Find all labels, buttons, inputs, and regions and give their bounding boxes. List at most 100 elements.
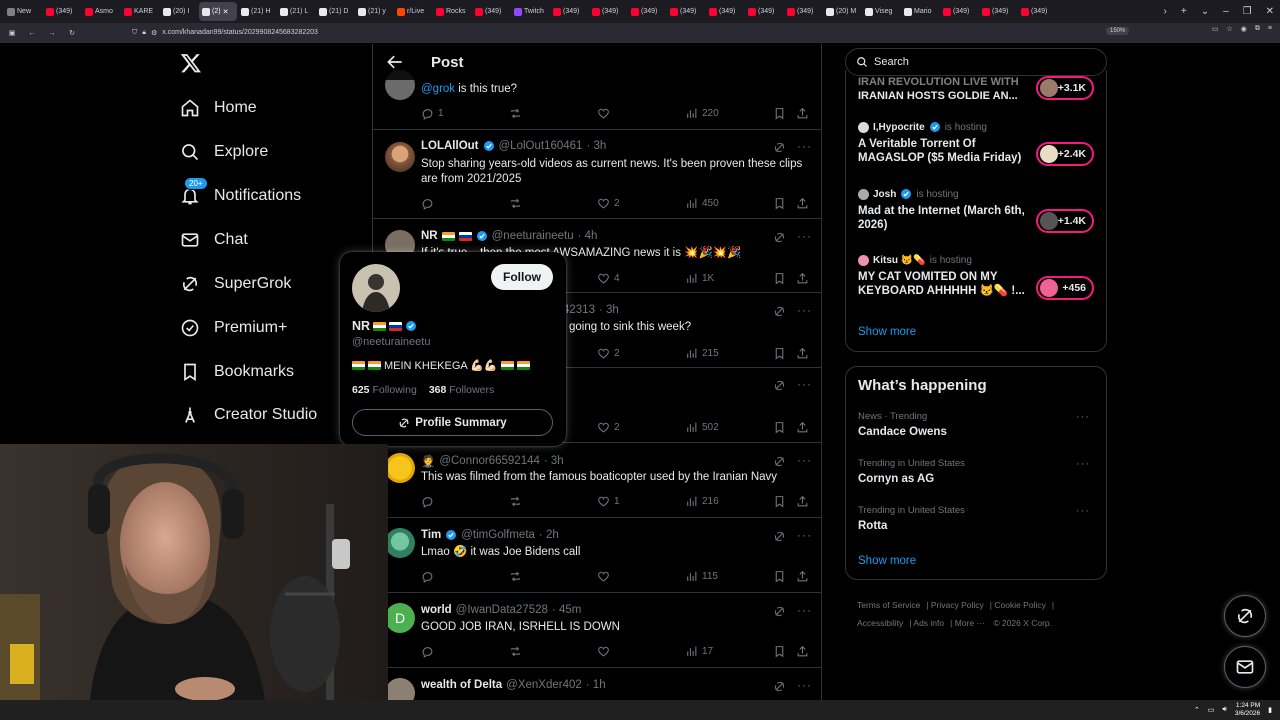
restore-icon[interactable]: ❐ xyxy=(1243,6,1252,17)
list-tabs-icon[interactable]: ⌄ xyxy=(1201,6,1209,17)
more-options-icon[interactable]: ··· xyxy=(797,453,811,467)
reply-tweet[interactable]: Tim @timGolfmeta · 2h Lmao 🤣 it was Joe … xyxy=(373,518,821,593)
menu-icon[interactable]: ≡ xyxy=(1268,25,1272,33)
reply-button[interactable] xyxy=(421,645,438,658)
author-handle[interactable]: @LolOut160461 xyxy=(499,140,583,152)
author-handle[interactable]: @neeturaineetu xyxy=(492,230,574,242)
author-name[interactable]: LOLAllOut xyxy=(421,140,479,152)
grok-explain-icon[interactable] xyxy=(773,141,787,155)
bookmark-button[interactable] xyxy=(773,272,786,285)
nav-notifications[interactable]: 20+ Notifications xyxy=(180,177,301,206)
browser-tab[interactable]: (349) xyxy=(706,2,744,21)
browser-tab[interactable]: Asmo xyxy=(82,2,120,21)
messages-fab-button[interactable] xyxy=(1224,646,1266,688)
bookmark-button[interactable] xyxy=(773,495,786,508)
bookmark-button[interactable] xyxy=(773,197,786,210)
like-button[interactable]: 2 xyxy=(597,421,620,434)
views-button[interactable]: 17 xyxy=(685,645,713,658)
reply-tweet[interactable]: LOLAllOut @LolOut160461 · 3h Stop sharin… xyxy=(373,130,821,219)
sidebar-toggle-icon[interactable]: ▣ xyxy=(4,25,20,41)
repost-button[interactable] xyxy=(509,107,526,120)
more-options-icon[interactable]: ··· xyxy=(797,303,811,317)
hovercard-handle[interactable]: @neeturaineetu xyxy=(352,336,430,348)
extensions-icon[interactable]: ⧉ xyxy=(1255,25,1260,33)
timestamp[interactable]: · 4h xyxy=(578,230,598,242)
share-button[interactable] xyxy=(796,197,809,210)
nav-bookmarks[interactable]: Bookmarks xyxy=(180,362,294,382)
avatar[interactable]: D xyxy=(385,603,415,633)
spaces-show-more-link[interactable]: Show more xyxy=(858,326,916,338)
bookmark-star-icon[interactable]: ☆ xyxy=(1227,25,1233,33)
browser-tab[interactable]: (349) xyxy=(472,2,510,21)
views-button[interactable]: 115 xyxy=(685,570,718,583)
avatar[interactable] xyxy=(385,678,415,700)
hovercard-avatar[interactable] xyxy=(352,264,400,312)
minimize-icon[interactable]: – xyxy=(1223,6,1229,17)
browser-tab[interactable]: New xyxy=(4,2,42,21)
browser-tab[interactable]: Rocks xyxy=(433,2,471,21)
like-button[interactable] xyxy=(597,570,614,583)
timestamp[interactable]: · 3h xyxy=(586,140,606,152)
views-button[interactable]: 220 xyxy=(685,107,719,120)
system-clock[interactable]: 1:24 PM 3/6/2026 xyxy=(1235,702,1260,718)
bookmark-button[interactable] xyxy=(773,347,786,360)
author-handle[interactable]: @Connor66592144 xyxy=(439,455,540,467)
browser-tab[interactable]: (21) L xyxy=(277,2,315,21)
author-name[interactable]: Tim xyxy=(421,529,441,541)
reader-icon[interactable]: ▭ xyxy=(1212,25,1219,33)
browser-tab[interactable]: (21) H xyxy=(238,2,276,21)
browser-tab[interactable]: (21) D xyxy=(316,2,354,21)
more-options-icon[interactable]: ··· xyxy=(1076,458,1090,470)
repost-button[interactable] xyxy=(509,197,526,210)
network-icon[interactable]: ▭ xyxy=(1208,706,1215,714)
timestamp[interactable]: · 2h xyxy=(539,529,559,541)
nav-explore[interactable]: Explore xyxy=(180,142,268,162)
like-button[interactable]: 1 xyxy=(597,495,620,508)
browser-tab[interactable]: Viseg xyxy=(862,2,900,21)
back-icon[interactable]: ← xyxy=(24,25,40,41)
reply-tweet[interactable]: D world @IwanData27528 · 45m GOOD JOB IR… xyxy=(373,593,821,668)
author-handle[interactable]: @XenXder402 xyxy=(506,679,582,691)
author-name[interactable]: world xyxy=(421,604,452,616)
browser-tab[interactable]: (349) xyxy=(979,2,1017,21)
bookmark-button[interactable] xyxy=(773,421,786,434)
author-handle[interactable]: @timGolfmeta xyxy=(461,529,535,541)
nav-supergrok[interactable]: SuperGrok xyxy=(180,274,291,294)
share-button[interactable] xyxy=(796,272,809,285)
browser-tab[interactable]: (349) xyxy=(667,2,705,21)
share-button[interactable] xyxy=(796,421,809,434)
author-name[interactable]: wealth of Delta xyxy=(421,679,502,691)
views-button[interactable]: 502 xyxy=(685,421,719,434)
grok-explain-icon[interactable] xyxy=(773,530,787,544)
bookmark-button[interactable] xyxy=(773,107,786,120)
views-button[interactable]: 216 xyxy=(685,495,719,508)
author-handle[interactable]: @IwanData27528 xyxy=(456,604,548,616)
privacy-link[interactable]: Privacy Policy xyxy=(931,600,984,610)
grok-fab-button[interactable] xyxy=(1224,595,1266,637)
more-link[interactable]: More ··· xyxy=(955,618,985,628)
close-tab-icon[interactable]: ✕ xyxy=(223,8,229,16)
nav-home[interactable]: Home xyxy=(180,98,257,118)
more-options-icon[interactable]: ··· xyxy=(1076,411,1090,423)
browser-tab[interactable]: (349) xyxy=(940,2,978,21)
reload-icon[interactable]: ↻ xyxy=(64,25,80,41)
timestamp[interactable]: · 3h xyxy=(544,455,564,467)
reply-button[interactable] xyxy=(421,495,438,508)
reply-button[interactable] xyxy=(421,197,438,210)
share-button[interactable] xyxy=(796,347,809,360)
space-listeners-pill[interactable]: +456 xyxy=(1036,276,1094,300)
more-options-icon[interactable]: ··· xyxy=(797,229,811,243)
browser-tab[interactable]: (21) y xyxy=(355,2,393,21)
hovercard-name[interactable]: NR xyxy=(352,319,417,333)
grok-explain-icon[interactable] xyxy=(773,680,787,694)
browser-tab[interactable]: r/Live xyxy=(394,2,432,21)
browser-tab[interactable]: (20) M xyxy=(823,2,861,21)
like-button[interactable]: 2 xyxy=(597,347,620,360)
browser-tab[interactable]: (349) xyxy=(784,2,822,21)
space-listeners-pill[interactable]: +1.4K xyxy=(1036,209,1094,233)
volume-icon[interactable]: 🔊︎ xyxy=(1222,706,1226,714)
timestamp[interactable]: · 45m xyxy=(552,604,581,616)
terms-link[interactable]: Terms of Service xyxy=(857,600,920,610)
forward-icon[interactable]: → xyxy=(44,25,60,41)
trend-item[interactable]: News · Trending Candace Owens ··· xyxy=(858,411,1096,438)
